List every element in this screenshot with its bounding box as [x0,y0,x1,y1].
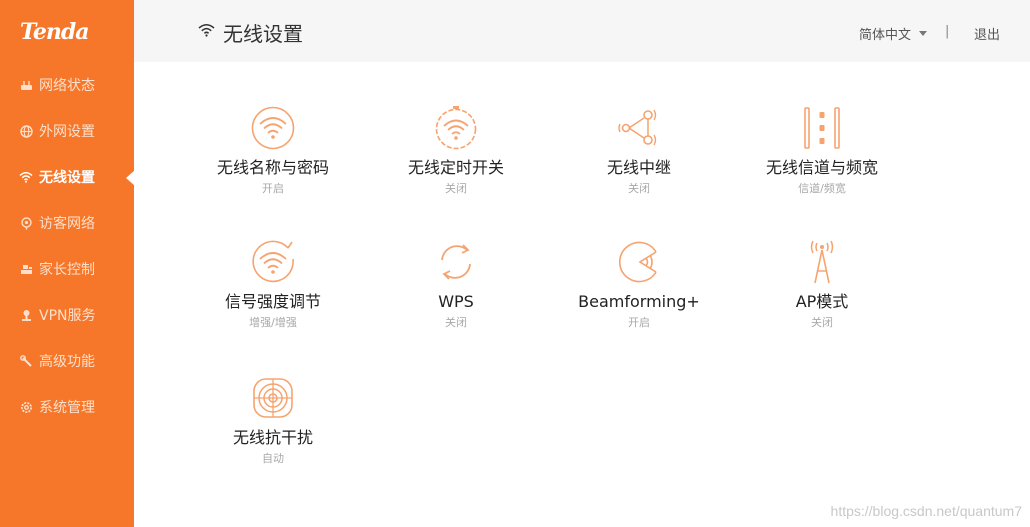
parental-icon [19,262,33,276]
tile-label: WPS [438,292,474,311]
ap-antenna-icon [737,238,907,286]
tile-status: 开启 [262,182,284,195]
sidebar-item-parental-control[interactable]: 家长控制 [0,251,134,287]
tile-wps[interactable]: WPS 关闭 [371,238,541,330]
chevron-down-icon [919,31,928,36]
gear-icon [19,400,33,414]
anti-interference-icon [188,374,358,422]
tile-channel-bandwidth[interactable]: 无线信道与频宽 信道/频宽 [737,104,907,196]
wifi-icon [19,170,33,184]
globe-icon [19,124,33,138]
tile-status: 自动 [262,452,284,465]
language-select[interactable]: 简体中文 [859,24,928,43]
tile-ap-mode[interactable]: AP模式 关闭 [737,238,907,330]
sidebar-item-label: 无线设置 [39,170,95,186]
guest-icon [19,216,33,230]
tile-label: 无线中继 [606,158,671,177]
active-indicator-arrow [126,170,135,186]
wps-icon [371,238,541,286]
channel-icon [737,104,907,152]
tile-status: 关闭 [811,316,833,329]
tile-status: 增强/增强 [249,316,297,329]
wrench-icon [19,354,33,368]
wifi-circle-icon [188,104,358,152]
tile-status: 信道/频宽 [798,182,846,195]
tile-label: 无线抗干扰 [232,428,313,447]
tile-label: AP模式 [795,292,849,311]
sidebar-item-label: 高级功能 [39,354,95,370]
tile-wifi-schedule[interactable]: 无线定时开关 关闭 [371,104,541,196]
sidebar-item-label: 家长控制 [39,262,95,278]
header-bar: 无线设置 简体中文 | 退出 [134,0,1030,62]
tile-signal-strength[interactable]: 信号强度调节 增强/增强 [188,238,358,330]
sidebar-item-network-status[interactable]: 网络状态 [0,67,134,103]
logout-link[interactable]: 退出 [974,24,1000,43]
repeater-icon [554,104,724,152]
sidebar-item-label: VPN服务 [39,308,96,324]
tile-anti-interference[interactable]: 无线抗干扰 自动 [188,374,358,466]
router-icon [19,78,33,92]
sidebar-item-label: 系统管理 [39,400,95,416]
page-title: 无线设置 [223,22,303,46]
vpn-icon [19,308,33,322]
sidebar-item-wireless-settings[interactable]: 无线设置 [0,159,135,195]
tile-wireless-repeater[interactable]: 无线中继 关闭 [554,104,724,196]
tile-label: Beamforming+ [578,292,700,311]
watermark-text: https://blog.csdn.net/quantum7 [830,503,1022,519]
tile-label: 信号强度调节 [224,292,321,311]
tile-beamforming[interactable]: Beamforming+ 开启 [554,238,724,330]
sidebar-item-label: 外网设置 [39,124,95,140]
tenda-logo: Tenda [20,19,89,45]
sidebar-item-label: 访客网络 [39,216,95,232]
sidebar-item-vpn-service[interactable]: VPN服务 [0,297,134,333]
tile-label: 无线信道与频宽 [765,158,878,177]
sidebar-item-wan-settings[interactable]: 外网设置 [0,113,134,149]
wifi-timer-icon [371,104,541,152]
sidebar: Tenda 网络状态 外网设置 无线设置 访客网络 家长控制 VPN服务 高级功… [0,0,135,527]
tile-status: 关闭 [445,316,467,329]
header-divider: | [945,24,950,39]
sidebar-item-advanced[interactable]: 高级功能 [0,343,134,379]
sidebar-item-system-management[interactable]: 系统管理 [0,389,134,425]
beamforming-icon [554,238,724,286]
tile-status: 关闭 [445,182,467,195]
wifi-icon [198,22,215,41]
sidebar-item-label: 网络状态 [39,78,95,94]
tile-label: 无线名称与密码 [216,158,329,177]
language-label: 简体中文 [859,28,912,43]
tile-label: 无线定时开关 [407,158,504,177]
tile-status: 开启 [628,316,650,329]
signal-strength-icon [188,238,358,286]
tile-wifi-name-password[interactable]: 无线名称与密码 开启 [188,104,358,196]
sidebar-item-guest-network[interactable]: 访客网络 [0,205,134,241]
tile-status: 关闭 [628,182,650,195]
